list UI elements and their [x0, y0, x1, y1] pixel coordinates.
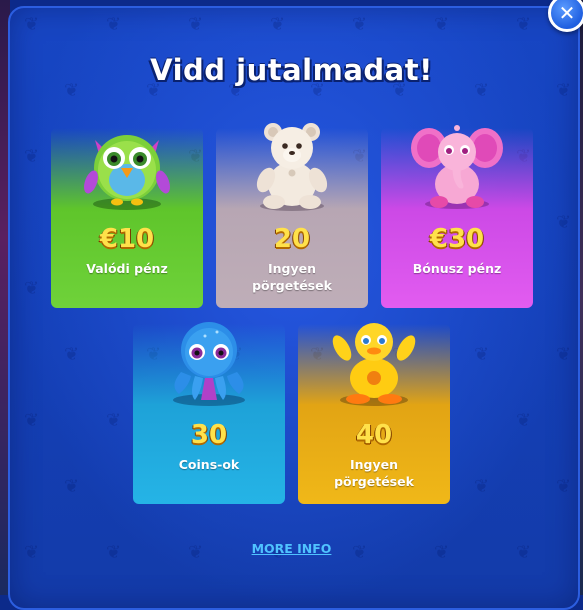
reward-label: Bónusz pénz	[412, 261, 502, 276]
dialog-title: Vidd jutalmadat!	[150, 53, 433, 87]
reward-value: €30	[429, 224, 485, 254]
background-paw-icon: ❦	[352, 14, 368, 35]
background-paw-icon: ❦	[24, 146, 40, 167]
background-paw-icon: ❦	[556, 476, 572, 497]
reward-card-bonus-money[interactable]: €30 Bónusz pénz	[381, 125, 533, 308]
owl-toy-icon	[84, 135, 170, 210]
background-paw-icon: ❦	[516, 14, 532, 35]
background-paw-icon: ❦	[188, 14, 204, 35]
reward-card-free-spins-20[interactable]: 20 Ingyen pörgetések	[216, 123, 368, 308]
reward-value: 20	[273, 224, 311, 254]
elephant-toy-icon	[411, 125, 503, 209]
reward-value: €10	[99, 224, 155, 254]
reward-value: 40	[355, 420, 393, 450]
reward-value: 30	[190, 420, 228, 450]
reward-label: Ingyen pörgetések	[252, 261, 332, 293]
more-info-link[interactable]: MORE INFO	[0, 541, 583, 556]
background-paw-icon: ❦	[24, 278, 40, 299]
octopus-toy-icon	[173, 322, 245, 406]
close-icon: ✕	[558, 1, 576, 25]
background-paw-icon: ❦	[556, 212, 572, 233]
background-paw-icon: ❦	[434, 14, 450, 35]
duck-toy-icon	[332, 323, 416, 406]
rewards-dialog: ❦❦❦❦❦❦❦❦❦❦❦❦❦❦❦❦❦❦❦❦❦❦❦❦❦❦❦❦❦❦❦❦❦❦❦❦❦❦❦❦…	[8, 6, 580, 610]
background-paw-icon: ❦	[64, 344, 80, 365]
background-paw-icon: ❦	[64, 476, 80, 497]
background-paw-icon: ❦	[270, 14, 286, 35]
reward-card-real-money[interactable]: €10 Valódi pénz	[51, 128, 203, 308]
background-paw-icon: ❦	[474, 476, 490, 497]
reward-label: Valódi pénz	[86, 261, 168, 276]
reward-card-coins[interactable]: 30 Coins-ok	[133, 322, 285, 504]
reward-card-free-spins-40[interactable]: 40 Ingyen pörgetések	[298, 323, 450, 504]
background-paw-icon: ❦	[516, 410, 532, 431]
background-paw-icon: ❦	[556, 344, 572, 365]
reward-label: Ingyen pörgetések	[334, 457, 414, 489]
background-paw-icon: ❦	[474, 344, 490, 365]
background-paw-icon: ❦	[24, 14, 40, 35]
background-paw-icon: ❦	[24, 410, 40, 431]
background-paw-icon: ❦	[106, 410, 122, 431]
background-paw-icon: ❦	[106, 14, 122, 35]
reward-label: Coins-ok	[178, 457, 240, 472]
teddy-bear-toy-icon	[256, 123, 328, 211]
